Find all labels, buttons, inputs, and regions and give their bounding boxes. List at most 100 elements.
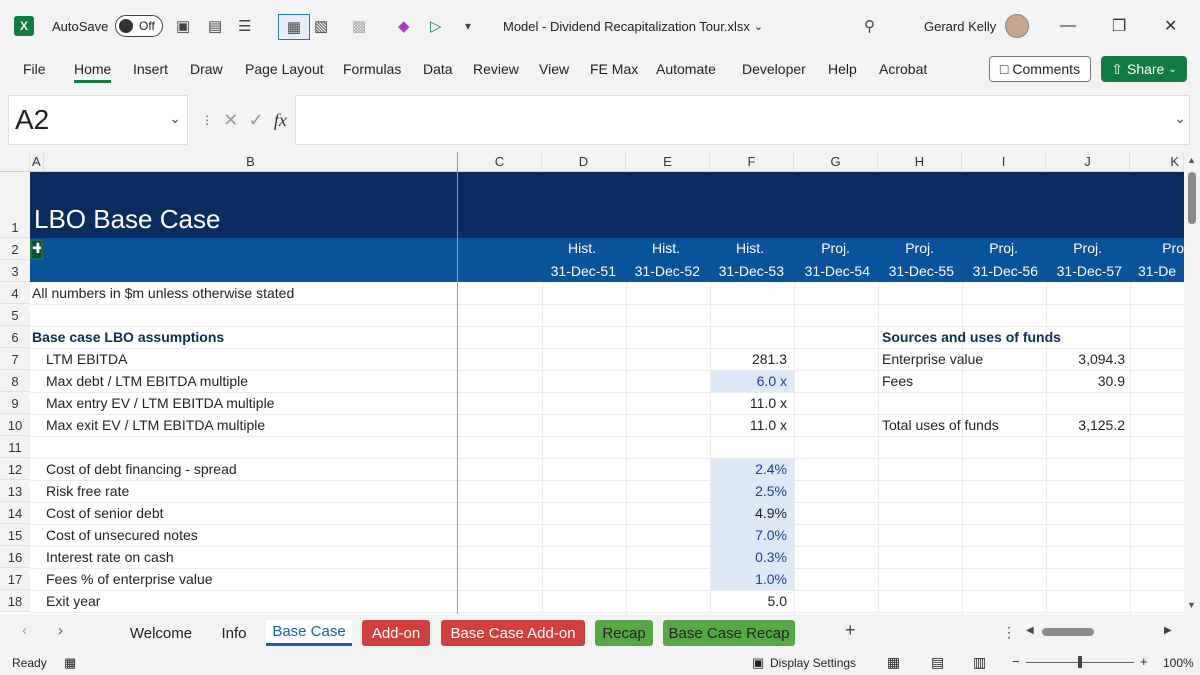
assumption-input[interactable]: 2.4% (710, 461, 787, 477)
selected-cell-a2[interactable]: ✚ (30, 239, 43, 260)
spreadsheet-grid[interactable]: A B C D E F G H I J K 1 2 3 4 5 6 7 8 9 … (0, 152, 1184, 614)
assumption-input[interactable]: 7.0% (710, 527, 787, 543)
tab-home[interactable]: Home (74, 61, 112, 83)
period-date-g[interactable]: 31-Dec-54 (794, 263, 870, 279)
tab-developer[interactable]: Developer (742, 61, 806, 77)
document-title[interactable]: Model - Dividend Recapitalization Tour.x… (503, 14, 763, 38)
restore-icon[interactable]: ❐ (1112, 14, 1126, 38)
column-header-c[interactable]: C (458, 152, 542, 172)
sources-label[interactable]: Enterprise value (882, 351, 1042, 367)
sheet-tab-add-on[interactable]: Add-on (362, 620, 430, 646)
align-icon[interactable]: ☰ (238, 14, 251, 38)
row-header-12[interactable]: 12 (0, 458, 30, 480)
row-header-15[interactable]: 15 (0, 524, 30, 546)
row-header-3[interactable]: 3 (0, 260, 30, 282)
avatar[interactable] (1005, 14, 1029, 38)
tab-data[interactable]: Data (423, 61, 453, 77)
assumption-label[interactable]: Interest rate on cash (46, 549, 446, 565)
comments-button[interactable]: □ Comments (989, 56, 1091, 82)
customize-qat-icon[interactable]: ▾ (465, 14, 471, 38)
close-icon[interactable]: ✕ (1164, 14, 1177, 38)
period-type-h[interactable]: Proj. (878, 240, 934, 256)
assumption-input[interactable]: 2.5% (710, 483, 787, 499)
presentation-icon[interactable]: ▷ (430, 14, 442, 38)
row-header-9[interactable]: 9 (0, 392, 30, 414)
period-date-i[interactable]: 31-Dec-56 (962, 263, 1038, 279)
tab-acrobat[interactable]: Acrobat (879, 61, 927, 77)
eraser-icon[interactable]: ◆ (398, 14, 410, 38)
sheet-tab-recap[interactable]: Recap (595, 620, 653, 646)
pivot-icon[interactable]: ▩ (352, 14, 366, 38)
chevron-down-icon[interactable]: ⌄ (169, 110, 181, 127)
tab-file[interactable]: File (23, 61, 46, 77)
display-settings-label[interactable]: Display Settings (770, 656, 856, 670)
h-scroll-thumb[interactable] (1042, 628, 1094, 636)
column-header-g[interactable]: G (794, 152, 878, 172)
assumption-value[interactable]: 281.3 (710, 351, 787, 367)
assumption-value[interactable]: 11.0 x (710, 417, 787, 433)
search-icon[interactable]: ⚲ (864, 14, 875, 38)
row-header-16[interactable]: 16 (0, 546, 30, 568)
sheet-title[interactable]: LBO Base Case (34, 204, 220, 235)
row-header-17[interactable]: 17 (0, 568, 30, 590)
assumption-label[interactable]: Cost of debt financing - spread (46, 461, 446, 477)
column-header-k[interactable]: K (1130, 152, 1184, 172)
accessibility-icon[interactable]: ▦ (64, 655, 76, 671)
period-type-e[interactable]: Hist. (626, 240, 680, 256)
form-icon[interactable]: ▤ (208, 14, 222, 38)
prev-sheet-icon[interactable]: ‹ (22, 622, 27, 639)
row-header-8[interactable]: 8 (0, 370, 30, 392)
period-type-j[interactable]: Proj. (1046, 240, 1102, 256)
user-name[interactable]: Gerard Kelly (924, 14, 996, 38)
period-type-d[interactable]: Hist. (542, 240, 596, 256)
tab-view[interactable]: View (539, 61, 569, 77)
formula-input[interactable] (295, 95, 1190, 145)
page-layout-view-icon[interactable]: ▤ (931, 654, 944, 671)
sheet-tab-base-case-recap[interactable]: Base Case Recap (663, 620, 795, 646)
row-header-10[interactable]: 10 (0, 414, 30, 436)
tab-fe-max[interactable]: FE Max (590, 61, 638, 77)
column-header-h[interactable]: H (878, 152, 962, 172)
name-box[interactable]: A2 ⌄ (8, 95, 188, 145)
tab-help[interactable]: Help (828, 61, 857, 77)
sheet-tab-base-case[interactable]: Base Case (266, 620, 352, 646)
tab-insert[interactable]: Insert (133, 61, 168, 77)
period-type-k[interactable]: Pro (1130, 240, 1184, 256)
scroll-right-icon[interactable]: ▶ (1164, 625, 1172, 636)
next-sheet-icon[interactable]: › (58, 622, 63, 639)
tab-page-layout[interactable]: Page Layout (245, 61, 324, 77)
more-options-icon[interactable]: ⋮ (201, 113, 213, 127)
assumptions-title[interactable]: Base case LBO assumptions (32, 329, 452, 345)
cancel-icon[interactable]: ✕ (223, 110, 238, 131)
expand-formula-bar-icon[interactable]: ⌄ (1174, 110, 1186, 127)
tab-formulas[interactable]: Formulas (343, 61, 401, 77)
assumption-label[interactable]: Fees % of enterprise value (46, 571, 446, 587)
sources-label[interactable]: Fees (882, 373, 1042, 389)
sources-uses-title[interactable]: Sources and uses of funds (882, 329, 1122, 345)
assumption-label[interactable]: Risk free rate (46, 483, 446, 499)
assumption-value[interactable]: 5.0 (710, 593, 787, 609)
zoom-in-icon[interactable]: + (1140, 654, 1148, 669)
tab-draw[interactable]: Draw (190, 61, 223, 77)
select-all-corner[interactable] (0, 152, 30, 172)
sources-value[interactable]: 3,094.3 (1046, 351, 1125, 367)
row-header-2[interactable]: 2 (0, 238, 30, 260)
row-header-18[interactable]: 18 (0, 590, 30, 612)
units-note[interactable]: All numbers in $m unless otherwise state… (32, 285, 452, 301)
column-header-b[interactable]: B (44, 152, 458, 172)
row-header-6[interactable]: 6 (0, 326, 30, 348)
row-header-4[interactable]: 4 (0, 282, 30, 304)
assumption-label[interactable]: Cost of senior debt (46, 505, 446, 521)
period-date-e[interactable]: 31-Dec-52 (626, 263, 700, 279)
scroll-down-icon[interactable]: ▼ (1187, 600, 1196, 610)
sources-value[interactable]: 30.9 (1046, 373, 1125, 389)
sheet-tab-info[interactable]: Info (210, 620, 258, 646)
assumption-input[interactable]: 6.0 x (710, 373, 787, 389)
assumption-label[interactable]: Exit year (46, 593, 446, 609)
horizontal-scrollbar[interactable]: ◀ ▶ (1026, 625, 1174, 639)
column-header-a[interactable]: A (30, 152, 44, 172)
scroll-thumb[interactable] (1188, 172, 1196, 224)
sources-label[interactable]: Total uses of funds (882, 417, 1042, 433)
scroll-up-icon[interactable]: ▲ (1187, 155, 1196, 165)
add-sheet-icon[interactable]: + (845, 620, 856, 641)
